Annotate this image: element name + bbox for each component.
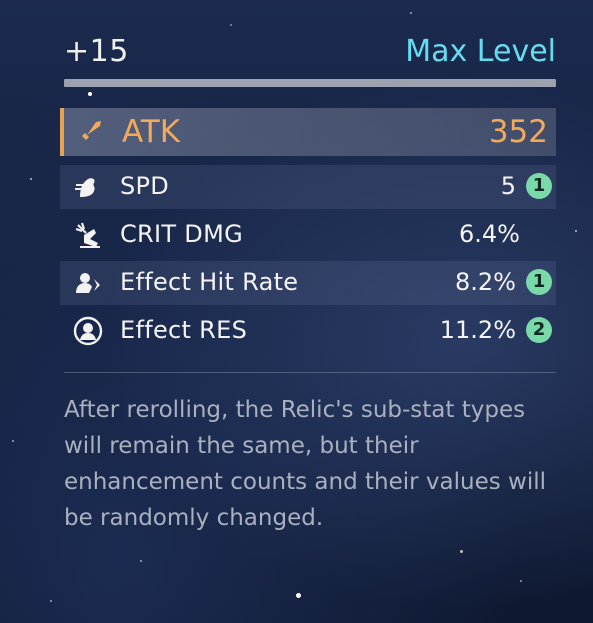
star (30, 178, 32, 180)
main-stat-row: ATK 352 (60, 108, 556, 156)
sub-stat-value: 5 (500, 172, 516, 200)
star (410, 12, 412, 14)
relic-level: +15 (64, 34, 129, 69)
sub-stat-row: SPD 5 1 (60, 165, 556, 209)
star (12, 440, 14, 442)
max-level-label: Max Level (405, 34, 556, 69)
sub-stat-name: Effect RES (120, 316, 248, 344)
main-stat-name: ATK (122, 114, 181, 150)
sub-stat-value: 6.4% (459, 220, 520, 248)
sub-stat-name: Effect Hit Rate (120, 268, 299, 296)
speed-boot-icon (75, 178, 95, 197)
sub-stat-value: 11.2% (439, 316, 516, 344)
reroll-description: After rerolling, the Relic's sub-stat ty… (64, 397, 547, 531)
star (230, 24, 232, 26)
star (520, 580, 522, 582)
star (296, 593, 301, 598)
main-stat-value: 352 (488, 114, 548, 150)
effect-res-icon (73, 316, 103, 346)
roll-count-badge: 1 (526, 173, 552, 199)
sub-stat-name: CRIT DMG (120, 220, 243, 248)
main-stat-accent (60, 108, 64, 156)
star (575, 230, 577, 232)
crit-damage-icon (75, 222, 100, 248)
sub-stat-value: 8.2% (455, 268, 516, 296)
roll-count-badge: 1 (526, 269, 552, 295)
level-progress-bar (64, 79, 556, 87)
divider (64, 372, 556, 373)
roll-count-badge: 2 (526, 317, 552, 343)
star (460, 550, 463, 553)
sub-stat-row: Effect RES 11.2% 2 (60, 309, 556, 353)
sub-stat-row: CRIT DMG 6.4% (60, 213, 556, 257)
star (140, 560, 142, 562)
sub-stat-row: Effect Hit Rate 8.2% 1 (60, 261, 556, 305)
effect-hit-icon (76, 273, 100, 293)
sub-stat-name: SPD (120, 172, 170, 200)
sword-icon (80, 121, 101, 142)
star (88, 92, 92, 96)
star (50, 600, 52, 602)
level-header: +15 Max Level (64, 34, 556, 74)
